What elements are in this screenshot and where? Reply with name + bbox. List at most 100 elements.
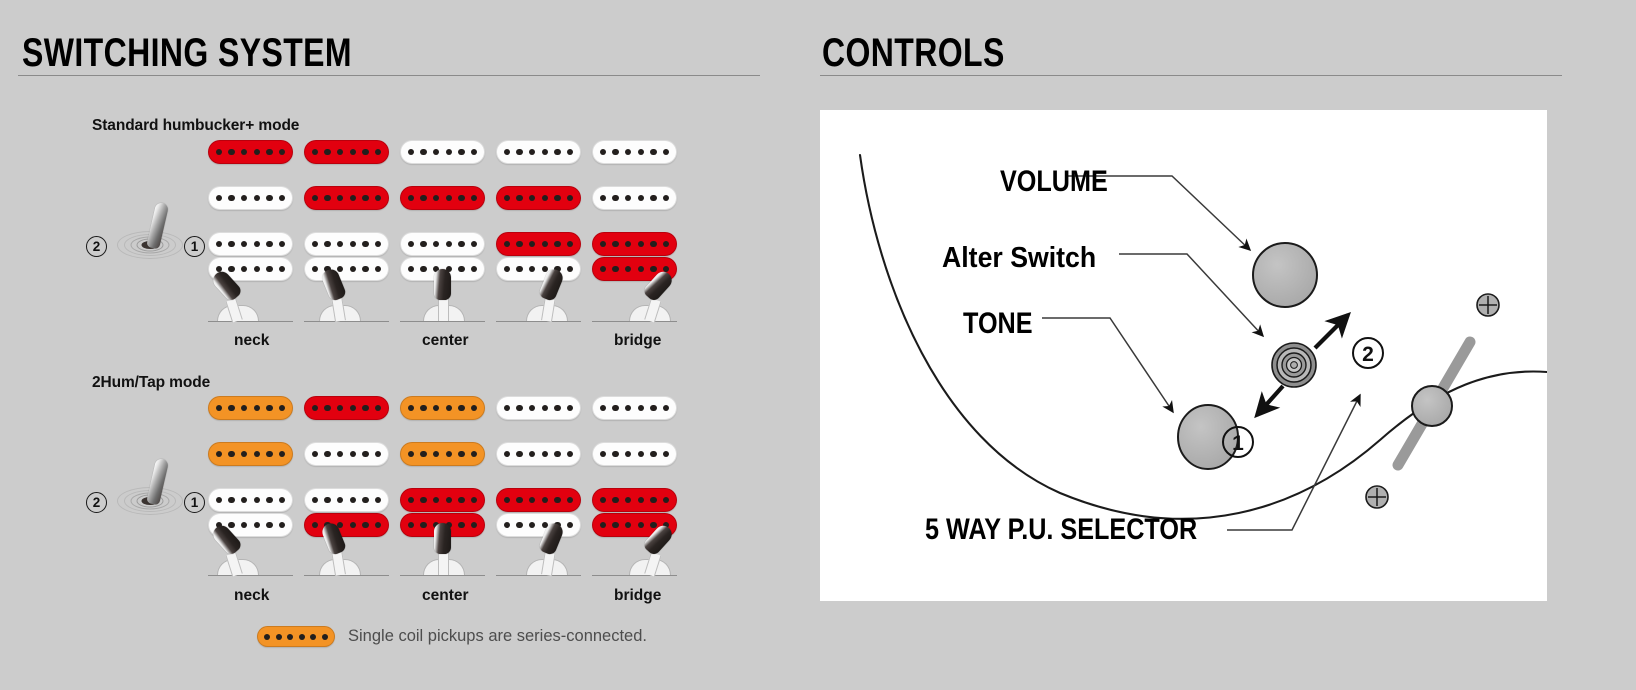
pole-piece bbox=[503, 148, 511, 156]
selector-position-lever[interactable] bbox=[208, 268, 293, 330]
pole-piece bbox=[278, 521, 286, 529]
pole-piece bbox=[503, 404, 511, 412]
pole-piece bbox=[374, 148, 382, 156]
pole-piece bbox=[566, 265, 574, 273]
pole-piece bbox=[470, 521, 478, 529]
pole-piece bbox=[311, 148, 319, 156]
toggle-badge-1: 1 bbox=[184, 236, 205, 257]
mode-toggle-switch-2hum-tap[interactable]: 2 1 bbox=[86, 457, 206, 520]
pole-piece bbox=[215, 450, 223, 458]
pole-piece bbox=[278, 265, 286, 273]
pole-piece bbox=[241, 521, 248, 529]
pole-piece bbox=[470, 240, 478, 248]
pole-piece bbox=[458, 194, 465, 202]
pole-piece bbox=[311, 521, 319, 529]
label-tone: TONE bbox=[963, 307, 1033, 340]
pole-piece bbox=[625, 450, 632, 458]
pole-piece bbox=[566, 148, 574, 156]
pole-piece bbox=[241, 496, 248, 504]
pole-piece bbox=[458, 450, 465, 458]
selector-position-lever[interactable] bbox=[592, 522, 677, 584]
pole-piece bbox=[321, 633, 328, 640]
legend: Single coil pickups are series-connected… bbox=[257, 626, 647, 647]
pole-piece bbox=[349, 404, 356, 412]
pole-piece bbox=[215, 404, 223, 412]
pole-piece bbox=[612, 404, 619, 412]
pole-piece bbox=[215, 194, 223, 202]
pole-piece bbox=[612, 450, 619, 458]
selector-position-lever[interactable] bbox=[400, 523, 485, 584]
pickup-coil bbox=[304, 396, 389, 420]
pole-piece bbox=[470, 496, 478, 504]
pole-piece bbox=[470, 148, 478, 156]
pole-piece bbox=[503, 496, 511, 504]
pole-piece bbox=[516, 521, 523, 529]
selector-position-lever[interactable] bbox=[592, 268, 677, 330]
pole-piece bbox=[407, 265, 415, 273]
pole-piece bbox=[266, 148, 273, 156]
pole-piece bbox=[337, 240, 344, 248]
pole-piece bbox=[541, 148, 548, 156]
pole-piece bbox=[445, 404, 452, 412]
pole-piece bbox=[228, 496, 235, 504]
pole-piece bbox=[554, 148, 561, 156]
pole-piece bbox=[349, 496, 356, 504]
pole-piece bbox=[516, 496, 523, 504]
pole-piece bbox=[458, 496, 465, 504]
selector-position-lever[interactable] bbox=[208, 522, 293, 584]
pole-piece bbox=[662, 148, 670, 156]
alter-position-badge-2: 2 bbox=[1352, 337, 1384, 369]
pole-piece bbox=[407, 521, 415, 529]
pole-piece bbox=[266, 521, 273, 529]
pole-piece bbox=[324, 496, 331, 504]
pole-piece bbox=[529, 404, 536, 412]
pole-piece bbox=[266, 240, 273, 248]
pole-piece bbox=[637, 404, 644, 412]
pole-piece bbox=[266, 450, 273, 458]
pole-piece bbox=[599, 265, 607, 273]
pole-piece bbox=[650, 194, 657, 202]
alter-switch-up-arrow bbox=[1313, 312, 1351, 350]
selector-position-lever[interactable] bbox=[304, 267, 389, 330]
position-label-bridge: bridge bbox=[614, 332, 662, 349]
pole-piece bbox=[554, 240, 561, 248]
pole-piece bbox=[612, 148, 619, 156]
mode-toggle-switch-standard[interactable]: 2 1 bbox=[86, 201, 206, 264]
alter-switch-control bbox=[1271, 342, 1317, 388]
pole-piece bbox=[554, 496, 561, 504]
pole-piece bbox=[650, 148, 657, 156]
pole-piece bbox=[287, 633, 294, 640]
selector-position-lever[interactable] bbox=[496, 267, 581, 330]
pole-piece bbox=[625, 404, 632, 412]
pickup-coil bbox=[496, 442, 581, 466]
selector-position-lever[interactable] bbox=[400, 269, 485, 330]
pickup-coil bbox=[496, 140, 581, 164]
pole-piece bbox=[566, 194, 574, 202]
controls-diagram: 2 1 VOLUME Alter Switch TONE 5 WAY P.U. … bbox=[820, 110, 1547, 601]
pole-piece bbox=[337, 148, 344, 156]
pole-piece bbox=[407, 496, 415, 504]
pickup-coil bbox=[400, 140, 485, 164]
pole-piece bbox=[662, 496, 670, 504]
pickup-coil bbox=[304, 488, 389, 512]
pole-piece bbox=[362, 521, 369, 529]
toggle-badge-1: 1 bbox=[184, 492, 205, 513]
controls-panel: CONTROLS 2 1 VOLUME Alter Switch TONE 5 … bbox=[820, 0, 1636, 690]
pole-piece bbox=[516, 194, 523, 202]
pole-piece bbox=[470, 194, 478, 202]
pole-piece bbox=[362, 148, 369, 156]
mode-label-2hum-tap: 2Hum/Tap mode bbox=[92, 374, 211, 391]
pole-piece bbox=[650, 496, 657, 504]
pole-piece bbox=[529, 521, 536, 529]
selector-position-lever[interactable] bbox=[496, 521, 581, 584]
pole-piece bbox=[625, 265, 632, 273]
pickup-coil bbox=[208, 488, 293, 512]
pole-piece bbox=[407, 194, 415, 202]
pole-piece bbox=[337, 450, 344, 458]
selector-position-lever[interactable] bbox=[304, 521, 389, 584]
pole-piece bbox=[420, 496, 427, 504]
pole-piece bbox=[374, 521, 382, 529]
pole-piece bbox=[650, 240, 657, 248]
alter-switch-leader-line bbox=[1119, 253, 1265, 338]
pole-piece bbox=[349, 148, 356, 156]
